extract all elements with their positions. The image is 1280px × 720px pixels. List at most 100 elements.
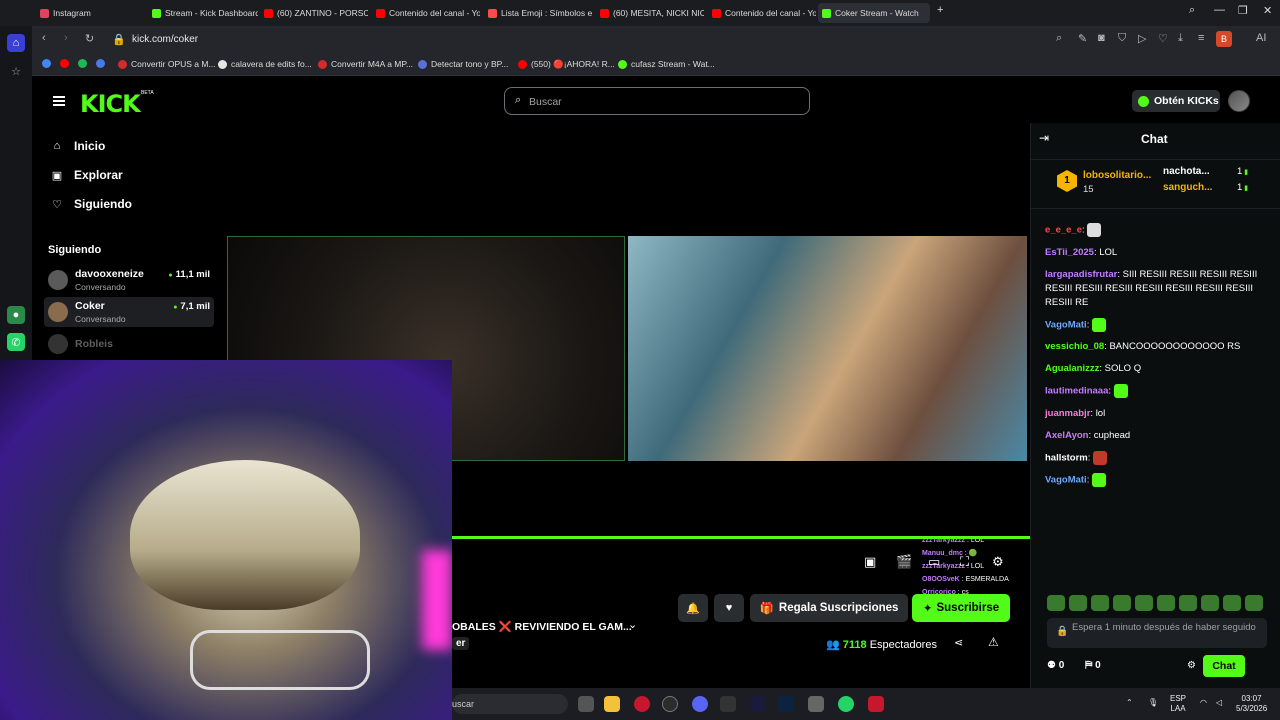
shield-icon[interactable]: ⛉ [1118,32,1126,45]
youtube-icon[interactable] [60,59,73,68]
emote-icon[interactable] [1201,595,1219,611]
forward-icon[interactable]: › [64,32,68,44]
search-icon[interactable]: ⌕ [1056,32,1062,45]
nav-explorar[interactable]: ▣ Explorar [50,168,123,182]
bookmark-5[interactable]: cufasz Stream - Wat... [618,59,715,69]
spotify-icon[interactable] [78,59,91,68]
camera-icon[interactable]: ◙ [1098,32,1105,44]
chat-input[interactable]: 🔒 Espera 1 minuto después de haber segui… [1047,618,1267,648]
search-input[interactable]: ⌕ Buscar [504,87,810,115]
emote-icon[interactable] [1223,595,1241,611]
star-icon[interactable]: ☆ [7,62,25,80]
report-warning-icon[interactable]: ⚠ [988,635,999,649]
close-icon[interactable]: ✕ [1263,4,1272,17]
app-icon[interactable] [808,696,824,712]
task-view-icon[interactable] [578,696,594,712]
hamburger-menu-icon[interactable] [53,96,65,106]
gifter-name[interactable]: nachota... [1163,166,1210,177]
app-icon[interactable] [868,696,884,712]
photoshop-icon[interactable] [778,696,794,712]
following-item-coker[interactable]: Coker Conversando 7,1 mil [44,297,214,327]
emote-icon[interactable] [1069,595,1087,611]
download-icon[interactable]: ⤓ [1178,32,1183,45]
language-indicator[interactable]: ESP LAA [1170,694,1186,714]
emote-icon[interactable] [1047,595,1065,611]
live-progress-bar[interactable] [452,536,1030,539]
profile-badge[interactable]: B [1216,31,1232,47]
ai-button[interactable]: AI [1256,32,1266,44]
chevron-up-icon[interactable]: ⌃ [1126,698,1133,708]
tab-youtube-2[interactable]: Contenido del canal - You [372,3,480,23]
whatsapp-icon[interactable] [838,696,854,712]
emote-icon[interactable] [1157,595,1175,611]
bookmark-4[interactable]: (550) 🔴¡AHORA! R... [518,59,615,70]
follow-heart-button[interactable]: ♥ [714,594,744,622]
clip-icon[interactable]: 🎬 [896,554,912,570]
tab-emoji-list[interactable]: Lista Emoji : Símbolos em [484,3,592,23]
share-icon[interactable]: ⋖ [954,636,963,649]
tab-youtube-3[interactable]: (60) MESITA, NICKI NICOL [596,3,704,23]
tab-coker-stream[interactable]: Coker Stream - Watch [818,3,930,23]
user-avatar[interactable] [1228,90,1250,112]
maximize-icon[interactable]: ❐ [1238,4,1248,17]
chevron-down-icon[interactable]: ⌄ [628,618,637,631]
points-icon[interactable]: ⚉ [1047,660,1056,671]
tab-instagram[interactable]: Instagram [36,3,146,23]
get-kicks-button[interactable]: Obtén KICKs [1132,90,1220,112]
play-icon[interactable]: ▷ [1138,32,1146,45]
menu-icon[interactable]: ≡ [1198,32,1204,44]
clock[interactable]: 03:07 5/3/2026 [1236,694,1267,714]
emote-icon[interactable] [1113,595,1131,611]
emote-icon[interactable] [1135,595,1153,611]
send-chat-button[interactable]: Chat [1203,655,1245,677]
bookmark-2[interactable]: Convertir M4A a MP... [318,59,413,69]
reload-icon[interactable]: ↻ [85,32,94,45]
new-tab-icon[interactable]: + [937,4,943,16]
tab-youtube-1[interactable]: (60) ZANTINO - PORSCHE [260,3,368,23]
emote-icon[interactable] [1091,595,1109,611]
top-gifter-name[interactable]: lobosolitario... [1083,170,1151,181]
obs-icon[interactable] [662,696,678,712]
discord-icon[interactable] [692,696,708,712]
following-item-robleis[interactable]: Robleis [44,329,214,359]
following-item-davooxeneize[interactable]: davooxeneize Conversando 11,1 mil [44,265,214,295]
speed-dial-icon[interactable]: ⌂ [7,34,25,52]
nav-siguiendo[interactable]: ♡ Siguiendo [50,197,132,211]
notification-bell-button[interactable]: 🔔 [678,594,708,622]
translate-icon[interactable] [96,59,109,68]
premiere-icon[interactable] [750,696,766,712]
bookmark-3[interactable]: Detectar tono y BP... [418,59,508,69]
edit-icon[interactable]: ✎ [1078,32,1087,45]
kick-logo[interactable]: KICK [80,90,141,118]
heart-icon[interactable]: ♡ [1158,32,1168,45]
google-icon[interactable] [42,59,55,68]
microphone-icon[interactable]: 🎙 [1148,698,1158,708]
volume-icon[interactable]: ◁ [1216,698,1222,708]
emote-icon[interactable] [1179,595,1197,611]
bookmark-0[interactable]: Convertir OPUS a M... [118,59,216,69]
chat-settings-gear-icon[interactable]: ⚙ [1187,660,1196,671]
nav-inicio[interactable]: ⌂ Inicio [50,139,106,153]
livesplit-icon[interactable] [720,696,736,712]
settings-gear-icon[interactable]: ⚙ [992,554,1004,570]
file-explorer-icon[interactable] [604,696,620,712]
gifter-name[interactable]: sanguch... [1163,182,1212,193]
url-field[interactable]: 🔒 kick.com/coker [104,30,1232,50]
opera-icon[interactable] [634,696,650,712]
gift-subs-button[interactable]: 🎁 Regala Suscripciones [750,594,908,622]
tab-kick-dashboard[interactable]: Stream - Kick Dashboard [148,3,258,23]
collapse-chat-icon[interactable]: ⇥ [1039,131,1049,145]
gift-icon[interactable]: ⛿ [1085,660,1092,671]
search-tabs-icon[interactable]: ⌕ [1189,4,1195,17]
back-icon[interactable]: ‹ [42,32,46,44]
emote-icon[interactable] [1245,595,1263,611]
streamer-tag[interactable]: er [452,637,470,650]
taskbar-search[interactable]: uscar [452,694,568,714]
kick-sidebar-icon[interactable]: ● [7,306,25,324]
miniplayer-icon[interactable]: ▣ [864,554,876,570]
tab-youtube-4[interactable]: Contenido del canal - You [708,3,816,23]
whatsapp-icon[interactable]: ✆ [7,333,25,351]
emote-bar[interactable] [1047,595,1263,611]
minimize-icon[interactable]: — [1214,4,1225,16]
fullscreen-icon[interactable]: ⛶ [960,554,969,570]
